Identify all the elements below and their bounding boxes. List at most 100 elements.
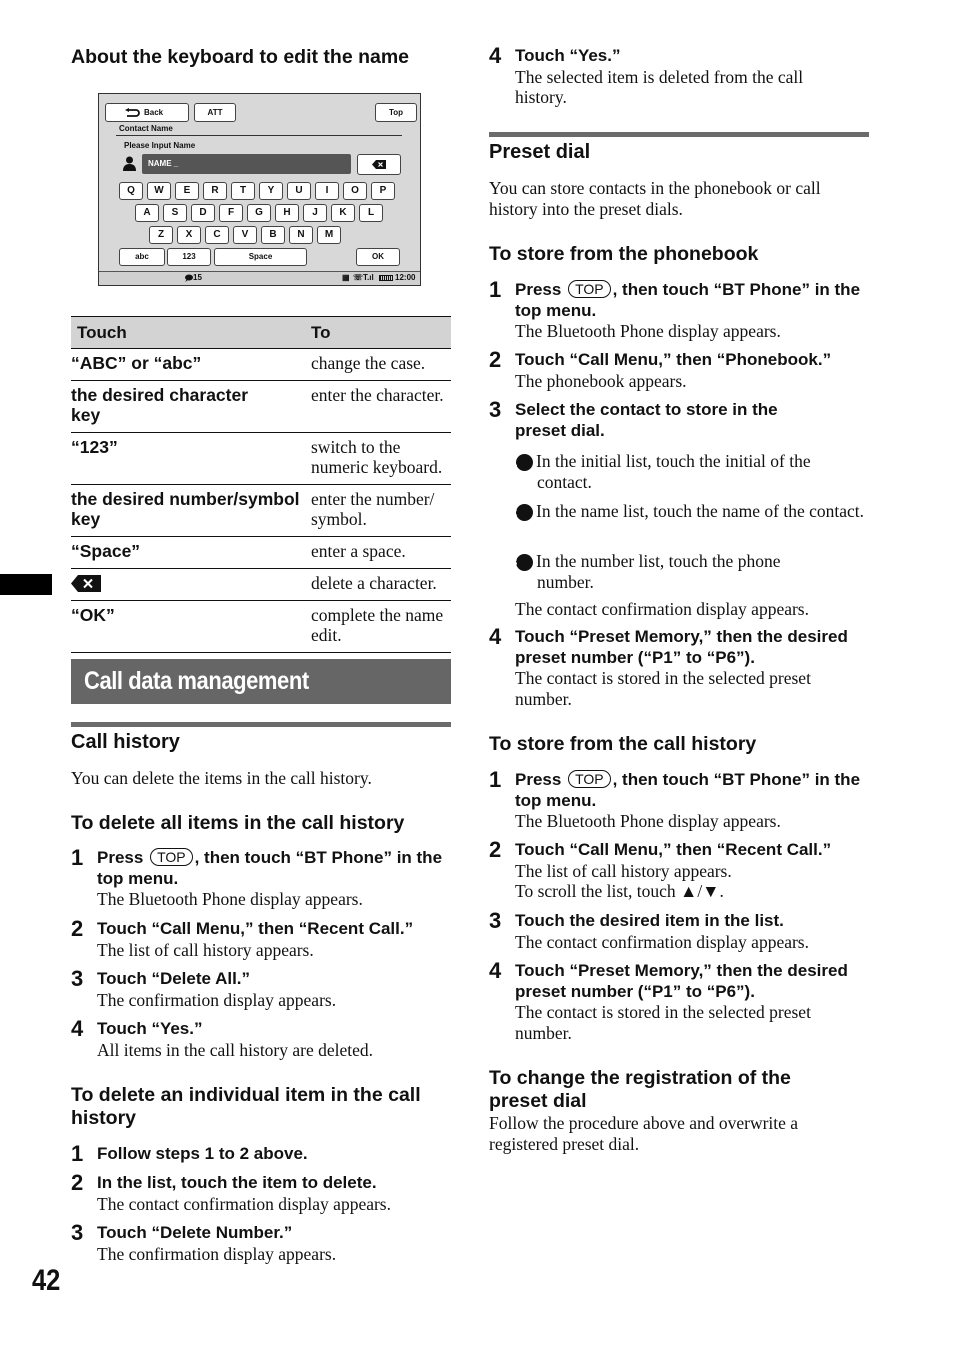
space-key[interactable]: Space bbox=[214, 248, 307, 266]
touch-cell: “Space” bbox=[71, 536, 311, 569]
delete-all-step-4: 4 Touch “Yes.” All items in the call hist… bbox=[71, 1016, 456, 1060]
change-registration-heading: To change the registration of the preset… bbox=[489, 1067, 791, 1112]
back-arrow-icon bbox=[125, 108, 140, 117]
page-number: 42 bbox=[32, 1264, 61, 1297]
step-number: 1 bbox=[489, 277, 502, 302]
substep-text: In the number list, touch the phone numb… bbox=[536, 551, 781, 592]
step-lead: , then touch “BT Phone” in the top menu. bbox=[97, 848, 443, 888]
step-number: 4 bbox=[71, 1016, 84, 1041]
delete-all-heading: To delete all items in the call history bbox=[71, 812, 405, 834]
call-history-step-3: 3 Touch the desired item in the list. The… bbox=[489, 908, 874, 952]
phonebook-after-substeps: The contact confirmation display appears… bbox=[515, 599, 809, 619]
step-number: 2 bbox=[489, 837, 502, 862]
key-i[interactable]: I bbox=[315, 182, 339, 200]
step-description: The Bluetooth Phone display appears. bbox=[515, 321, 781, 341]
top-key-icon: TOP bbox=[150, 848, 193, 866]
preset-dial-heading: Preset dial bbox=[489, 141, 591, 163]
step-number: 3 bbox=[489, 397, 502, 422]
touch-cell: “ABC” or “abc” bbox=[71, 348, 311, 381]
table-header-row: Touch To bbox=[71, 316, 451, 349]
step-lead: , then touch “BT Phone” in the top menu. bbox=[515, 770, 861, 810]
step-number: 4 bbox=[489, 43, 502, 68]
key-m[interactable]: M bbox=[317, 226, 341, 244]
step-description: The list of call history appears. bbox=[97, 939, 314, 960]
action-cell: delete a character. bbox=[311, 568, 451, 601]
key-u[interactable]: U bbox=[287, 182, 311, 200]
key-c[interactable]: C bbox=[205, 226, 229, 244]
action-cell: enter the number/ symbol. bbox=[311, 484, 451, 537]
step-lead: Touch the desired item in the list. bbox=[515, 911, 784, 930]
key-f[interactable]: F bbox=[219, 204, 243, 222]
key-a[interactable]: A bbox=[135, 204, 159, 222]
touch-cell: the desired number/symbol key bbox=[71, 484, 311, 537]
section-banner: Call data management bbox=[71, 659, 451, 704]
battery-icon bbox=[379, 275, 393, 281]
key-z[interactable]: Z bbox=[149, 226, 173, 244]
section-divider bbox=[71, 722, 451, 727]
phonebook-step-3: 3 Select the contact to store in the pre… bbox=[489, 397, 819, 441]
key-t[interactable]: T bbox=[231, 182, 255, 200]
column-header-to: To bbox=[311, 316, 451, 349]
key-k[interactable]: K bbox=[331, 204, 355, 222]
key-b[interactable]: B bbox=[261, 226, 285, 244]
key-g[interactable]: G bbox=[247, 204, 271, 222]
key-l[interactable]: L bbox=[359, 204, 383, 222]
key-j[interactable]: J bbox=[303, 204, 327, 222]
action-cell: enter the character. bbox=[311, 380, 451, 433]
att-button[interactable]: ATT bbox=[194, 103, 236, 122]
key-q[interactable]: Q bbox=[119, 182, 143, 200]
top-key-icon: TOP bbox=[568, 770, 611, 788]
key-y[interactable]: Y bbox=[259, 182, 283, 200]
key-h[interactable]: H bbox=[275, 204, 299, 222]
message-icon bbox=[185, 274, 193, 282]
key-d[interactable]: D bbox=[191, 204, 215, 222]
call-history-step-2: 2 Touch “Call Menu,” then “Recent Call.”… bbox=[489, 837, 874, 902]
back-button[interactable]: Back bbox=[105, 103, 189, 122]
numeric-key[interactable]: 123 bbox=[167, 248, 211, 266]
top-button[interactable]: Top bbox=[375, 103, 417, 122]
step-lead: Touch “Preset Memory,” then the desired … bbox=[515, 961, 848, 1001]
step-description: All items in the call history are delete… bbox=[97, 1039, 374, 1060]
section-thumb-tab bbox=[0, 574, 52, 595]
key-e[interactable]: E bbox=[175, 182, 199, 200]
action-cell: change the case. bbox=[311, 348, 451, 381]
key-n[interactable]: N bbox=[289, 226, 313, 244]
store-from-call-history-heading: To store from the call history bbox=[489, 733, 757, 755]
key-r[interactable]: R bbox=[203, 182, 227, 200]
step-description: The list of call history appears. bbox=[515, 860, 732, 881]
screen-title: Contact Name bbox=[119, 124, 173, 133]
step-description: The contact is stored in the selected pr… bbox=[515, 668, 811, 709]
input-prompt: Please Input Name bbox=[124, 141, 196, 150]
table-row: delete a character. bbox=[71, 568, 451, 601]
action-cell: switch to the numeric keyboard. bbox=[311, 432, 451, 485]
step-description: The contact is stored in the selected pr… bbox=[515, 1002, 811, 1043]
step-number: 2 bbox=[489, 347, 502, 372]
abc-key[interactable]: abc bbox=[119, 248, 165, 266]
key-w[interactable]: W bbox=[147, 182, 171, 200]
key-p[interactable]: P bbox=[371, 182, 395, 200]
name-input[interactable]: NAME _ bbox=[142, 154, 351, 174]
step-number: 3 bbox=[71, 966, 84, 991]
substep-text: In the name list, touch the name of the … bbox=[536, 501, 865, 521]
key-s[interactable]: S bbox=[163, 204, 187, 222]
step-number: 4 bbox=[489, 958, 502, 983]
key-v[interactable]: V bbox=[233, 226, 257, 244]
action-cell: complete the name edit. bbox=[311, 600, 451, 653]
backspace-button[interactable] bbox=[357, 154, 401, 175]
ok-key[interactable]: OK bbox=[356, 248, 400, 266]
step-description: The confirmation display appears. bbox=[97, 989, 337, 1010]
step-description: The contact confirmation display appears… bbox=[97, 1193, 391, 1214]
status-bar: 15 ▦ ☏ T.ıl 12:00 bbox=[99, 271, 420, 285]
step-description: The selected item is deleted from the ca… bbox=[515, 66, 804, 108]
circled-number-icon: 3 bbox=[511, 554, 533, 571]
change-registration-text: Follow the procedure above and overwrite… bbox=[489, 1113, 799, 1154]
table-row: the desired number/symbol key enter the n… bbox=[71, 484, 451, 537]
table-row: “OK” complete the name edit. bbox=[71, 600, 451, 653]
backspace-icon bbox=[71, 575, 101, 592]
substep-text: In the initial list, touch the initial o… bbox=[536, 451, 811, 492]
key-x[interactable]: X bbox=[177, 226, 201, 244]
title-divider bbox=[116, 135, 402, 136]
call-history-step-1: 1 Press TOP, then touch “BT Phone” in th… bbox=[489, 767, 869, 832]
phonebook-substep-3: 3 In the number list, touch the phone num… bbox=[511, 551, 836, 592]
key-o[interactable]: O bbox=[343, 182, 367, 200]
